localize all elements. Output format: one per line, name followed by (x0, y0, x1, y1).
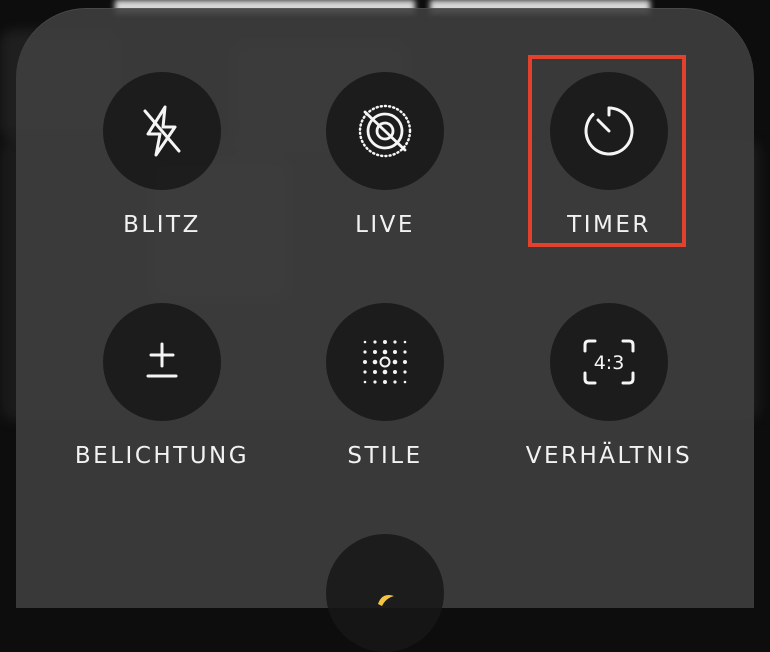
live-control[interactable]: LIVE (285, 72, 485, 238)
exposure-button[interactable] (103, 303, 221, 421)
aspect-ratio-control[interactable]: 4:3 VERHÄLTNIS (509, 303, 709, 469)
flash-button[interactable] (103, 72, 221, 190)
flash-label: BLITZ (123, 212, 201, 238)
exposure-control[interactable]: BELICHTUNG (62, 303, 262, 469)
aspect-ratio-label: VERHÄLTNIS (525, 443, 693, 469)
flash-off-icon (143, 105, 181, 157)
night-mode-button[interactable] (326, 534, 444, 652)
styles-label: STILE (347, 443, 423, 469)
styles-grid-icon (363, 340, 407, 384)
live-button[interactable] (326, 72, 444, 190)
aspect-ratio-icon: 4:3 (583, 339, 635, 385)
styles-control[interactable]: STILE (285, 303, 485, 469)
flash-control[interactable]: BLITZ (62, 72, 262, 238)
aspect-ratio-button[interactable]: 4:3 (550, 303, 668, 421)
exposure-icon (146, 342, 178, 378)
timer-highlight-frame (528, 55, 686, 247)
night-mode-icon (378, 595, 394, 606)
styles-button[interactable] (326, 303, 444, 421)
night-mode-control[interactable] (285, 534, 485, 652)
aspect-ratio-value: 4:3 (594, 352, 625, 374)
exposure-label: BELICHTUNG (74, 443, 250, 469)
live-photo-off-icon (358, 104, 412, 158)
live-label: LIVE (355, 212, 415, 238)
